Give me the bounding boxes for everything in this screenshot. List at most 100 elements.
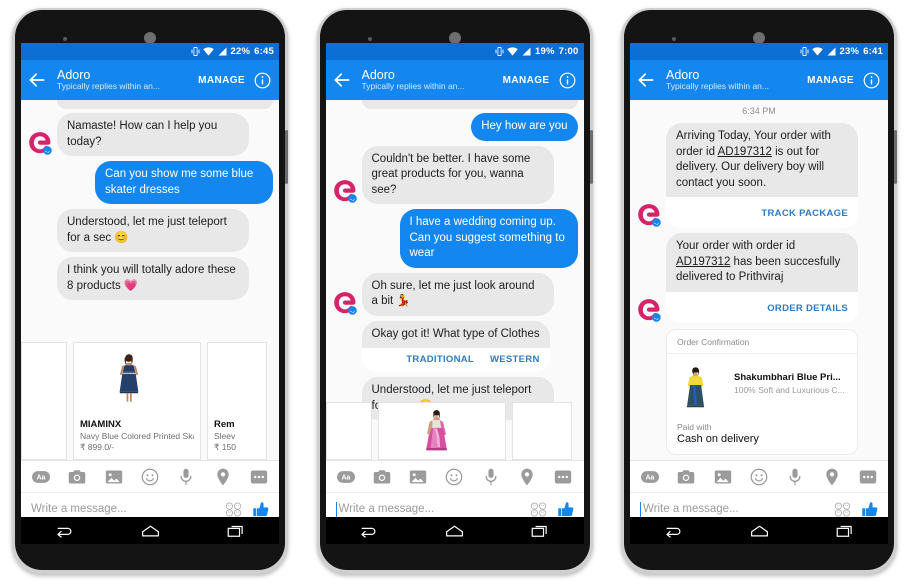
sticker-icon[interactable] — [834, 502, 851, 517]
gallery-icon[interactable] — [409, 468, 427, 486]
order-card-body: Shakumbhari Blue Pri... 100% Soft and Lu… — [667, 354, 857, 420]
message-row-with-action: Arriving Today, Your order with order id… — [630, 123, 888, 229]
power-button[interactable] — [589, 130, 593, 184]
back-icon[interactable] — [663, 523, 684, 539]
message-thread[interactable]: Hey how are you Couldn't be better. I ha… — [325, 100, 584, 460]
phones-row: 22% 6:45 Adoro Typically replies within … — [0, 0, 909, 583]
incoming-bubble: Namaste! How can I help you today? — [57, 113, 249, 157]
product-card-partial[interactable] — [511, 402, 572, 460]
back-icon[interactable] — [358, 523, 379, 539]
home-icon[interactable] — [749, 523, 770, 539]
text-format-icon[interactable] — [32, 468, 50, 486]
home-icon[interactable] — [444, 523, 465, 539]
outgoing-bubble: Hey how are you — [471, 113, 578, 141]
adoro-logo-icon — [636, 297, 662, 323]
gallery-icon[interactable] — [105, 468, 123, 486]
manage-button[interactable]: MANAGE — [807, 75, 854, 86]
signal-icon — [521, 47, 531, 56]
microphone-icon[interactable] — [786, 468, 804, 486]
recents-icon[interactable] — [226, 523, 247, 539]
phone-1: 22% 6:45 Adoro Typically replies within … — [6, 0, 294, 583]
message-input[interactable]: Write a message... — [31, 503, 225, 515]
track-package-button[interactable]: TRACK PACKAGE — [761, 208, 848, 219]
product-description: Sleev — [214, 431, 236, 441]
action-bubble-group: Your order with order id AD197312 has be… — [666, 233, 858, 323]
microphone-icon[interactable] — [482, 468, 500, 486]
back-icon[interactable] — [54, 523, 75, 539]
phone-3-screen: 23% 6:41 Adoro Typically replies within … — [630, 43, 888, 521]
emoji-icon[interactable] — [750, 468, 768, 486]
vibrate-icon — [191, 46, 200, 57]
composer: Write a message... — [21, 460, 279, 521]
emoji-icon[interactable] — [141, 468, 159, 486]
product-card[interactable]: MIAMINX Navy Blue Colored Printed Skater… — [73, 342, 201, 460]
info-icon[interactable] — [254, 72, 271, 89]
manage-button[interactable]: MANAGE — [198, 75, 245, 86]
clock: 6:41 — [863, 46, 883, 57]
order-id-link[interactable]: AD197312 — [718, 146, 772, 158]
power-button[interactable] — [894, 130, 897, 184]
product-card[interactable] — [377, 402, 506, 460]
product-card-partial[interactable] — [21, 342, 67, 460]
message-input[interactable]: Write a message... — [643, 503, 834, 515]
info-icon[interactable] — [559, 72, 576, 89]
thumbs-up-icon[interactable] — [861, 500, 880, 519]
emoji-icon[interactable] — [445, 468, 463, 486]
gallery-icon[interactable] — [714, 468, 732, 486]
quick-reply-western[interactable]: WESTERN — [490, 354, 540, 365]
text-format-icon[interactable] — [641, 468, 659, 486]
camera-icon[interactable] — [68, 468, 86, 486]
product-carousel[interactable] — [325, 402, 584, 460]
phone-3: 23% 6:41 Adoro Typically replies within … — [615, 0, 903, 583]
recents-icon[interactable] — [530, 523, 551, 539]
camera-icon[interactable] — [373, 468, 391, 486]
text-format-icon[interactable] — [337, 468, 355, 486]
sticker-icon[interactable] — [530, 502, 547, 517]
back-arrow-icon[interactable] — [332, 70, 352, 90]
order-details-button[interactable]: ORDER DETAILS — [767, 303, 848, 314]
home-icon[interactable] — [140, 523, 161, 539]
order-id-link[interactable]: AD197312 — [676, 256, 730, 268]
microphone-icon[interactable] — [177, 468, 195, 486]
back-arrow-icon[interactable] — [27, 70, 47, 90]
manage-button[interactable]: MANAGE — [503, 75, 550, 86]
thumbs-up-icon[interactable] — [557, 500, 576, 519]
power-button[interactable] — [285, 130, 288, 184]
more-icon[interactable] — [554, 468, 572, 486]
message-row-with-action: Your order with order id AD197312 has be… — [630, 233, 888, 323]
location-icon[interactable] — [518, 468, 536, 486]
text-caret — [640, 501, 641, 517]
android-nav-bar — [325, 517, 584, 544]
back-arrow-icon[interactable] — [636, 70, 656, 90]
app-header: Adoro Typically replies within an... MAN… — [21, 60, 279, 100]
order-card-footer: Paid with Cash on delivery — [667, 420, 857, 454]
location-icon[interactable] — [214, 468, 232, 486]
product-card-partial[interactable]: Rem Sleev ₹ 150 — [207, 342, 267, 460]
product-image — [326, 403, 371, 459]
recents-icon[interactable] — [835, 523, 856, 539]
product-carousel[interactable]: MIAMINX Navy Blue Colored Printed Skater… — [21, 342, 279, 460]
product-card-partial[interactable] — [325, 402, 372, 460]
message-thread[interactable]: Namaste! How can I help you today? Can y… — [21, 100, 279, 460]
order-confirmation-card[interactable]: Order Confirmation Shakumbhari Blue Pri.… — [666, 328, 858, 455]
bot-subtitle: Typically replies within an... — [57, 81, 160, 92]
message-thread[interactable]: 6:34 PM Arriving Today, Your order with … — [630, 100, 888, 460]
location-icon[interactable] — [823, 468, 841, 486]
more-icon[interactable] — [859, 468, 877, 486]
sticker-icon[interactable] — [225, 502, 242, 517]
clipped-previous-bubble — [361, 100, 578, 109]
order-product-title: Shakumbhari Blue Pri... — [734, 371, 841, 383]
product-image — [378, 403, 505, 459]
more-icon[interactable] — [250, 468, 268, 486]
message-row: Understood, let me just teleport for a s… — [21, 209, 279, 253]
thumbs-up-icon[interactable] — [252, 500, 271, 519]
camera-icon[interactable] — [677, 468, 695, 486]
info-icon[interactable] — [863, 72, 880, 89]
skater-dress-image — [74, 343, 200, 415]
quick-reply-traditional[interactable]: TRADITIONAL — [406, 354, 474, 365]
app-header: Adoro Typically replies within an... MAN… — [325, 60, 584, 100]
composer: Write a message... — [325, 460, 584, 521]
message-input[interactable]: Write a message... — [339, 503, 530, 515]
wifi-icon — [203, 47, 214, 56]
action-card: ORDER DETAILS — [666, 291, 858, 323]
